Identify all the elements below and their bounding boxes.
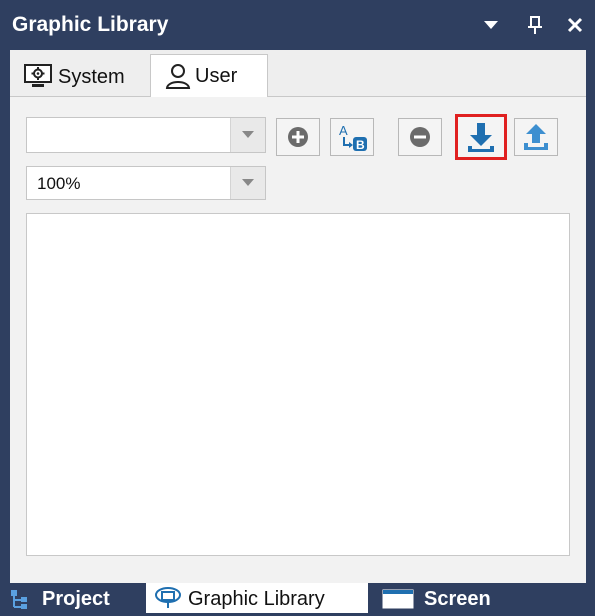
tab-project-label: Project [42,588,110,610]
graphic-library-icon [154,586,182,616]
library-tabs: System User [10,50,586,97]
tab-system-label: System [58,66,125,88]
export-library-button[interactable] [514,118,558,156]
dropdown-arrow-icon[interactable] [476,10,506,40]
window-title: Graphic Library [12,13,169,36]
tab-graphic-library-label: Graphic Library [188,588,325,610]
bottom-tab-strip: Project Graphic Library Screen [0,583,595,613]
rename-library-button[interactable]: A B [330,118,374,156]
panel-body: System User A B 100% [10,50,586,583]
svg-text:B: B [356,138,365,152]
project-tree-icon [10,588,32,616]
chevron-down-icon[interactable] [230,118,265,152]
tab-user[interactable]: User [150,54,268,97]
monitor-gear-icon [24,64,52,94]
add-library-button[interactable] [276,118,320,156]
zoom-select[interactable]: 100% [26,166,266,200]
tab-graphic-library[interactable]: Graphic Library [146,583,368,613]
zoom-select-value: 100% [37,174,81,193]
library-select[interactable] [26,117,266,153]
user-icon [165,63,191,95]
tab-screen[interactable]: Screen [374,583,514,613]
chevron-down-icon[interactable] [230,167,265,199]
import-library-button[interactable] [455,114,507,160]
tab-screen-label: Screen [424,588,491,610]
title-bar[interactable]: Graphic Library [0,0,595,50]
close-icon[interactable] [560,10,590,40]
screen-icon [382,589,414,615]
graphic-preview-area[interactable] [26,213,570,556]
svg-text:A: A [339,123,348,138]
tab-user-label: User [195,65,238,87]
tab-project[interactable]: Project [6,583,140,613]
remove-library-button[interactable] [398,118,442,156]
tab-system[interactable]: System [16,56,146,96]
pin-icon[interactable] [520,10,550,40]
graphic-library-panel: Graphic Library System User A B 100% Pro… [0,0,595,613]
